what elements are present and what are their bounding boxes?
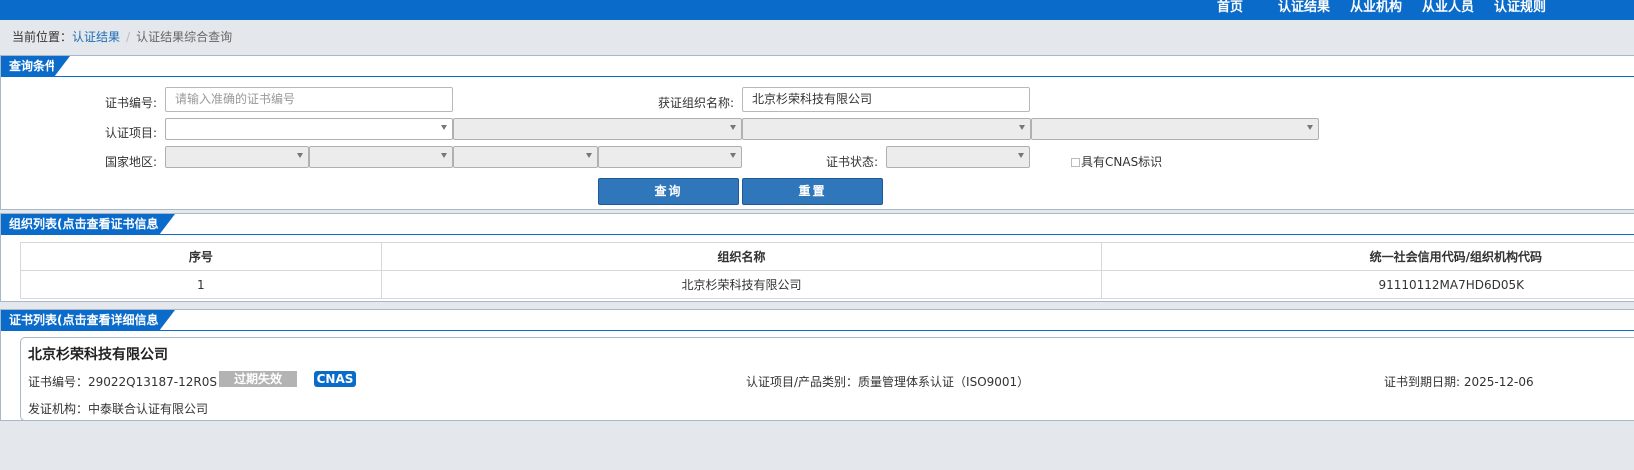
chevron-down-icon xyxy=(586,153,592,158)
col-header-org-name: 组织名称 xyxy=(380,242,1103,271)
cell-index: 1 xyxy=(20,270,382,299)
search-button[interactable]: 查询 xyxy=(598,178,739,205)
cert-status-label: 证书状态: xyxy=(825,155,878,169)
top-nav-bar: 首页 认证结果 从业机构 从业人员 认证规则 xyxy=(0,0,1634,20)
cnas-checkbox[interactable] xyxy=(1071,158,1080,167)
nav-home[interactable]: 首页 xyxy=(1217,0,1243,20)
cert-item-select-3[interactable] xyxy=(742,118,1031,140)
nav-cert-results[interactable]: 认证结果 xyxy=(1278,0,1330,20)
cert-number: 证书编号：29022Q13187-12R0S xyxy=(28,375,217,389)
breadcrumb-current: 认证结果综合查询 xyxy=(136,30,233,44)
cell-credit-code: 91110112MA7HD6D05K xyxy=(1101,270,1634,299)
chevron-down-icon xyxy=(441,125,447,130)
chevron-down-icon xyxy=(297,153,303,158)
cert-category: 认证项目/产品类别：质量管理体系认证（ISO9001） xyxy=(746,375,1030,389)
query-panel: 查询条件 证书编号: 请输入准确的证书编号 获证组织名称: 北京杉荣科技有限公司… xyxy=(0,55,1634,210)
cert-no-label: 证书编号: xyxy=(104,96,157,110)
nav-personnel[interactable]: 从业人员 xyxy=(1422,0,1474,20)
breadcrumb-prefix: 当前位置： xyxy=(12,30,73,44)
chevron-down-icon xyxy=(1307,125,1313,130)
org-name-input[interactable]: 北京杉荣科技有限公司 xyxy=(742,87,1030,112)
chevron-down-icon xyxy=(1019,125,1025,130)
cnas-badge: CNAS xyxy=(314,371,356,387)
cert-list-panel: 证书列表(点击查看详细信息) 北京杉荣科技有限公司 证书编号：29022Q131… xyxy=(0,309,1634,421)
cert-expiry-date: 证书到期日期: 2025-12-06 xyxy=(1384,375,1534,389)
region-select-4[interactable] xyxy=(598,146,742,168)
breadcrumb: 当前位置：认证结果 / 认证结果综合查询 xyxy=(12,28,232,45)
breadcrumb-link-cert-results[interactable]: 认证结果 xyxy=(72,30,120,44)
cert-card[interactable]: 北京杉荣科技有限公司 证书编号：29022Q13187-12R0S 过期失效 C… xyxy=(20,337,1634,421)
org-list-panel: 组织列表(点击查看证书信息) 序号 组织名称 统一社会信用代码/组织机构代码 1… xyxy=(0,213,1634,302)
cert-item-select-2[interactable] xyxy=(453,118,742,140)
cert-no-input[interactable]: 请输入准确的证书编号 xyxy=(165,87,453,112)
chevron-down-icon xyxy=(1018,153,1024,158)
region-select-3[interactable] xyxy=(453,146,598,168)
nav-cert-rules[interactable]: 认证规则 xyxy=(1494,0,1546,20)
region-select-2[interactable] xyxy=(309,146,453,168)
query-panel-title: 查询条件 xyxy=(1,56,70,77)
org-name-label: 获证组织名称: xyxy=(657,96,734,110)
org-table: 序号 组织名称 统一社会信用代码/组织机构代码 1 北京杉荣科技有限公司 911… xyxy=(20,242,1634,299)
chevron-down-icon xyxy=(730,153,736,158)
nav-institutions[interactable]: 从业机构 xyxy=(1350,0,1402,20)
cert-list-panel-title: 证书列表(点击查看详细信息) xyxy=(1,310,175,331)
cert-list-panel-header: 证书列表(点击查看详细信息) xyxy=(1,310,1634,331)
status-badge-expired: 过期失效 xyxy=(219,371,297,387)
cert-status-select[interactable] xyxy=(886,146,1030,168)
cert-issuer: 发证机构：中泰联合认证有限公司 xyxy=(28,402,209,416)
query-panel-header: 查询条件 xyxy=(1,56,1634,77)
org-table-header-row: 序号 组织名称 统一社会信用代码/组织机构代码 xyxy=(20,242,1634,271)
chevron-down-icon xyxy=(441,153,447,158)
table-row[interactable]: 1 北京杉荣科技有限公司 91110112MA7HD6D05K xyxy=(20,270,1634,299)
cert-item-select-1[interactable] xyxy=(165,118,453,140)
col-header-index: 序号 xyxy=(20,242,382,271)
col-header-credit-code: 统一社会信用代码/组织机构代码 xyxy=(1101,242,1634,271)
reset-button[interactable]: 重置 xyxy=(742,178,883,205)
region-select-1[interactable] xyxy=(165,146,309,168)
cell-org-name[interactable]: 北京杉荣科技有限公司 xyxy=(380,270,1103,299)
cert-item-select-4[interactable] xyxy=(1031,118,1319,140)
chevron-down-icon xyxy=(730,125,736,130)
org-list-panel-title: 组织列表(点击查看证书信息) xyxy=(1,214,175,235)
breadcrumb-separator: / xyxy=(126,30,131,44)
cert-item-label: 认证项目: xyxy=(104,126,157,140)
org-list-panel-header: 组织列表(点击查看证书信息) xyxy=(1,214,1634,235)
cnas-checkbox-wrap[interactable]: 具有CNAS标识 xyxy=(1071,153,1162,170)
cnas-checkbox-label: 具有CNAS标识 xyxy=(1081,155,1163,169)
region-label: 国家地区: xyxy=(104,155,157,169)
cert-org-name: 北京杉荣科技有限公司 xyxy=(28,347,168,363)
